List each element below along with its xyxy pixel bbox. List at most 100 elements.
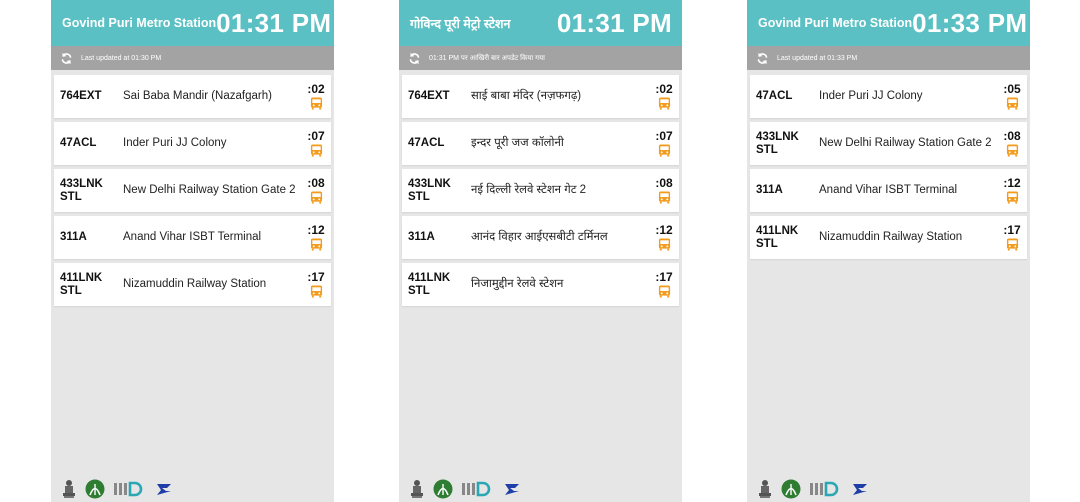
station-name: Govind Puri Metro Station (758, 16, 913, 30)
eta-minutes: :08 (1003, 129, 1021, 143)
destination: Nizamuddin Railway Station (819, 231, 963, 243)
route-number: 311A (756, 184, 783, 196)
eta: :07 (307, 130, 325, 157)
refresh-icon[interactable] (60, 52, 73, 65)
eta-minutes: :17 (655, 270, 673, 284)
arrival-list: 764EXT Sai Baba Mandir (Nazafgarh) :02 4… (51, 70, 334, 306)
dimts-logo (85, 479, 105, 499)
destination: New Delhi Railway Station Gate 2 (123, 184, 296, 196)
destination: Anand Vihar ISBT Terminal (123, 231, 262, 243)
bus-icon (310, 285, 322, 298)
destination: Inder Puri JJ Colony (819, 90, 923, 102)
eta-minutes: :08 (655, 176, 673, 190)
arrival-row[interactable]: 411LNK STL Nizamuddin Railway Station :1… (750, 216, 1027, 259)
eta-minutes: :12 (655, 223, 673, 237)
eta: :12 (307, 224, 325, 251)
arrival-row[interactable]: 47ACL Inder Puri JJ Colony :05 (750, 75, 1027, 118)
phone-screen-english-1: Govind Puri Metro Station 01:31 PM Last … (51, 0, 334, 502)
current-time: 01:33 PM (912, 7, 1028, 38)
route-number: 311A (60, 231, 87, 243)
route-number: 411LNK STL (408, 271, 451, 297)
current-time: 01:31 PM (556, 7, 672, 38)
eta: :17 (1003, 224, 1021, 251)
arrival-row[interactable]: 311A Anand Vihar ISBT Terminal :12 (54, 216, 331, 259)
bus-icon (310, 144, 322, 157)
arrival-row[interactable]: 311A आनंद विहार आईएसबीटी टर्मिनल :12 (402, 216, 679, 259)
bus-icon (310, 97, 322, 110)
destination: साई बाबा मंदिर (नज़फगढ़) (471, 90, 582, 102)
arrival-row[interactable]: 433LNK STL New Delhi Railway Station Gat… (750, 122, 1027, 165)
arrival-row[interactable]: 411LNK STL निजामुद्दीन रेलवे स्टेशन :17 (402, 263, 679, 306)
dimts-logo (433, 479, 453, 499)
update-bar[interactable]: Last updated at 01:33 PM (747, 46, 1030, 70)
arrival-row[interactable]: 47ACL इन्दर पूरी जज कॉलोनी :07 (402, 122, 679, 165)
destination: Nizamuddin Railway Station (123, 278, 267, 290)
bus-icon (1006, 144, 1018, 157)
bus-icon (1006, 191, 1018, 204)
arrival-row[interactable]: 764EXT साई बाबा मंदिर (नज़फगढ़) :02 (402, 75, 679, 118)
eta: :08 (655, 177, 673, 204)
emblem-logo (63, 480, 75, 498)
arrival-row[interactable]: 764EXT Sai Baba Mandir (Nazafgarh) :02 (54, 75, 331, 118)
refresh-icon[interactable] (408, 52, 421, 65)
eta: :12 (1003, 177, 1021, 204)
dimts-logo (781, 479, 801, 499)
route-number: 411LNK STL (756, 224, 799, 250)
arrival-list: 47ACL Inder Puri JJ Colony :05 433LNK ST… (747, 70, 1030, 259)
bus-icon (658, 285, 670, 298)
phone-screen-english-2: Govind Puri Metro Station 01:33 PM Last … (747, 0, 1030, 502)
destination: आनंद विहार आईएसबीटी टर्मिनल (471, 231, 608, 243)
eta-minutes: :17 (307, 270, 325, 284)
app-header: Govind Puri Metro Station 01:31 PM (51, 0, 334, 46)
bus-icon (1006, 238, 1018, 251)
update-bar[interactable]: 01:31 PM पर आखिरी बार अपडेट किया गया (399, 46, 682, 70)
route-number: 47ACL (60, 137, 97, 149)
route-number: 47ACL (756, 90, 793, 102)
eta-minutes: :02 (655, 82, 673, 96)
station-name: गोविन्द पूरी मेट्रो स्टेशन (410, 16, 511, 31)
arrival-row[interactable]: 433LNK STL New Delhi Railway Station Gat… (54, 169, 331, 212)
eta: :07 (655, 130, 673, 157)
last-updated-text: 01:31 PM पर आखिरी बार अपडेट किया गया (429, 54, 545, 62)
eta: :05 (1003, 83, 1021, 110)
eta-minutes: :12 (1003, 176, 1021, 190)
bus-icon (658, 144, 670, 157)
destination: निजामुद्दीन रेलवे स्टेशन (471, 278, 564, 290)
eta: :17 (655, 271, 673, 298)
transport-logo (157, 484, 171, 495)
emblem-logo (411, 480, 423, 498)
eta-minutes: :05 (1003, 82, 1021, 96)
eta: :12 (655, 224, 673, 251)
eta-minutes: :07 (655, 129, 673, 143)
eta-minutes: :17 (1003, 223, 1021, 237)
route-number: 47ACL (408, 137, 445, 149)
last-updated-text: Last updated at 01:30 PM (81, 54, 162, 62)
route-number: 764EXT (60, 90, 102, 102)
emblem-logo (759, 480, 771, 498)
route-number: 433LNK STL (408, 177, 451, 203)
route-number: 764EXT (408, 90, 450, 102)
bus-icon (310, 191, 322, 204)
bus-icon (658, 191, 670, 204)
current-time: 01:31 PM (216, 7, 332, 38)
bus-icon (1006, 97, 1018, 110)
transport-logo (505, 484, 519, 495)
destination: नई दिल्ली रेलवे स्टेशन गेट 2 (471, 184, 587, 196)
destination: Sai Baba Mandir (Nazafgarh) (123, 90, 272, 102)
bus-icon (658, 97, 670, 110)
eta: :02 (655, 83, 673, 110)
destination: Inder Puri JJ Colony (123, 137, 227, 149)
arrival-list: 764EXT साई बाबा मंदिर (नज़फगढ़) :02 47AC… (399, 70, 682, 306)
refresh-icon[interactable] (756, 52, 769, 65)
eta: :08 (307, 177, 325, 204)
arrival-row[interactable]: 47ACL Inder Puri JJ Colony :07 (54, 122, 331, 165)
destination: इन्दर पूरी जज कॉलोनी (471, 137, 564, 149)
eta: :08 (1003, 130, 1021, 157)
update-bar[interactable]: Last updated at 01:30 PM (51, 46, 334, 70)
footer-logos (62, 478, 173, 500)
app-header: Govind Puri Metro Station 01:33 PM (747, 0, 1030, 46)
arrival-row[interactable]: 433LNK STL नई दिल्ली रेलवे स्टेशन गेट 2 … (402, 169, 679, 212)
destination: Anand Vihar ISBT Terminal (819, 184, 958, 196)
arrival-row[interactable]: 411LNK STL Nizamuddin Railway Station :1… (54, 263, 331, 306)
arrival-row[interactable]: 311A Anand Vihar ISBT Terminal :12 (750, 169, 1027, 212)
